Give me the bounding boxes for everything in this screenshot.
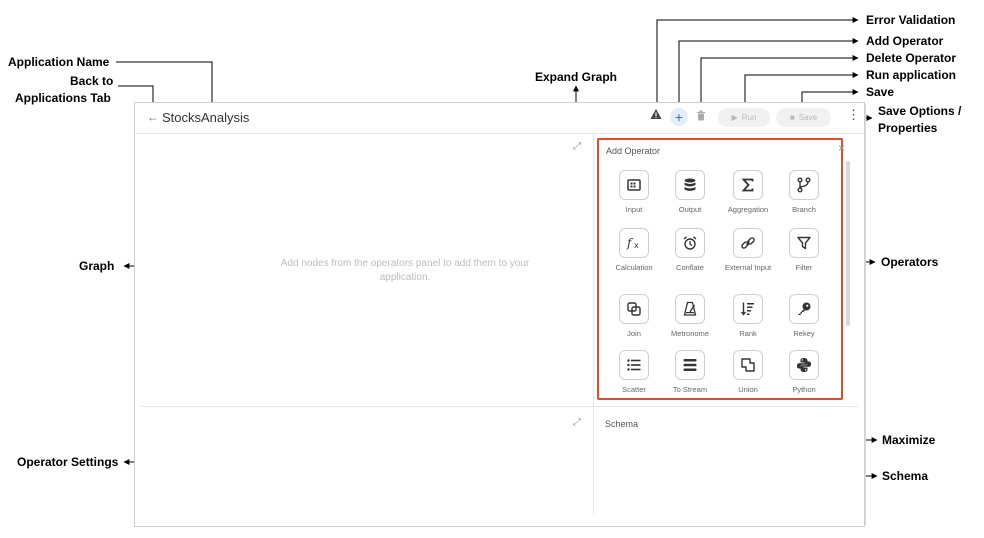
annotation-add-operator: Add Operator: [866, 34, 944, 48]
operator-rekey[interactable]: Rekey: [776, 294, 832, 338]
annotation-expand-graph: Expand Graph: [535, 70, 618, 84]
operator-label: Input: [625, 205, 643, 214]
list-icon: [619, 350, 649, 380]
operator-label: Filter: [795, 263, 813, 272]
graph-panel-divider: [593, 134, 594, 406]
operator-conflate[interactable]: Conflate: [662, 228, 718, 272]
graph-empty-message: Add nodes from the operators panel to ad…: [280, 258, 530, 283]
metronome-icon: [675, 294, 705, 324]
annotation-application-name: Application Name: [8, 55, 110, 69]
operator-label: Conflate: [676, 263, 704, 272]
operator-label: Rank: [739, 329, 757, 338]
maximize-icon[interactable]: ⤢: [573, 417, 581, 428]
sort-icon: [733, 294, 763, 324]
add-operator-button[interactable]: +: [670, 108, 688, 126]
operator-rank[interactable]: Rank: [720, 294, 776, 338]
operator-metronome[interactable]: Metronome: [662, 294, 718, 338]
save-options-menu-icon[interactable]: ⋮: [847, 108, 860, 122]
annotation-properties: Properties: [878, 121, 938, 135]
expand-graph-icon[interactable]: ⤢: [573, 141, 581, 152]
operator-label: Union: [738, 385, 758, 394]
sigma-icon: [733, 170, 763, 200]
svg-text:f: f: [626, 236, 634, 250]
play-icon: ▶: [731, 113, 738, 122]
annotation-graph: Graph: [79, 259, 115, 273]
join-icon: [619, 294, 649, 324]
top-bar: ← StocksAnalysis + ▶ Run ■ Save ⋮: [135, 103, 864, 134]
run-button[interactable]: ▶ Run: [718, 108, 770, 127]
annotation-error-validation: Error Validation: [866, 13, 956, 27]
annotation-maximize: Maximize: [882, 433, 936, 447]
operator-label: Branch: [792, 205, 816, 214]
warning-icon[interactable]: [650, 108, 662, 123]
operators-panel-title: Add Operator: [606, 146, 661, 156]
operators-scrollbar[interactable]: [846, 161, 850, 326]
operator-external-input[interactable]: External Input: [720, 228, 776, 272]
graph-settings-divider: [141, 406, 858, 407]
operator-to-stream[interactable]: To Stream: [662, 350, 718, 394]
operator-label: Output: [678, 205, 702, 214]
operator-join[interactable]: Join: [606, 294, 662, 338]
bars-icon: [675, 350, 705, 380]
operator-label: Join: [627, 329, 641, 338]
back-arrow-icon[interactable]: ←: [147, 110, 159, 124]
operator-branch[interactable]: Branch: [776, 170, 832, 214]
function-icon: fx: [619, 228, 649, 258]
annotation-delete-operator: Delete Operator: [866, 51, 957, 65]
plus-icon: +: [674, 109, 684, 125]
operator-label: Calculation: [615, 263, 653, 272]
floppy-icon: ■: [789, 113, 795, 122]
application-name: StocksAnalysis: [162, 110, 250, 125]
save-label: Save: [798, 113, 818, 122]
branch-icon: [789, 170, 819, 200]
operator-label: Scatter: [622, 385, 646, 394]
operator-label: To Stream: [672, 385, 708, 394]
annotation-save: Save: [866, 85, 895, 99]
operator-label: Python: [792, 385, 816, 394]
database-icon: [675, 170, 705, 200]
schema-title: Schema: [605, 419, 639, 429]
operator-label: External Input: [724, 263, 772, 272]
operator-label: Metronome: [671, 329, 709, 338]
annotation-save-options: Save Options /: [878, 104, 962, 118]
annotation-run-application: Run application: [866, 68, 956, 82]
annotation-operator-settings: Operator Settings: [17, 455, 119, 469]
annotation-back-to: Back to: [70, 74, 114, 88]
input-icon: [619, 170, 649, 200]
operator-calculation[interactable]: fx Calculation: [606, 228, 662, 272]
operator-input[interactable]: Input: [606, 170, 662, 214]
key-icon: [789, 294, 819, 324]
application-frame: ← StocksAnalysis + ▶ Run ■ Save ⋮ ⤢ Add no…: [134, 102, 865, 527]
operator-label: Aggregation: [727, 205, 769, 214]
operator-python[interactable]: Python: [776, 350, 832, 394]
save-button[interactable]: ■ Save: [776, 108, 831, 127]
run-label: Run: [741, 113, 757, 122]
filter-icon: [789, 228, 819, 258]
operators-panel: Add Operator Input Output Aggregation Br…: [597, 138, 843, 400]
annotation-operators: Operators: [881, 255, 939, 269]
trash-icon[interactable]: [696, 110, 706, 124]
union-icon: [733, 350, 763, 380]
link-icon: [733, 228, 763, 258]
close-icon[interactable]: ×: [838, 141, 845, 155]
python-icon: [789, 350, 819, 380]
settings-schema-divider: [593, 407, 594, 515]
operator-output[interactable]: Output: [662, 170, 718, 214]
operator-union[interactable]: Union: [720, 350, 776, 394]
annotation-schema: Schema: [882, 469, 929, 483]
svg-text:x: x: [634, 241, 639, 250]
operator-aggregation[interactable]: Aggregation: [720, 170, 776, 214]
operator-scatter[interactable]: Scatter: [606, 350, 662, 394]
operator-label: Rekey: [793, 329, 815, 338]
operator-filter[interactable]: Filter: [776, 228, 832, 272]
alarm-clock-icon: [675, 228, 705, 258]
annotation-applications-tab: Applications Tab: [15, 91, 111, 105]
